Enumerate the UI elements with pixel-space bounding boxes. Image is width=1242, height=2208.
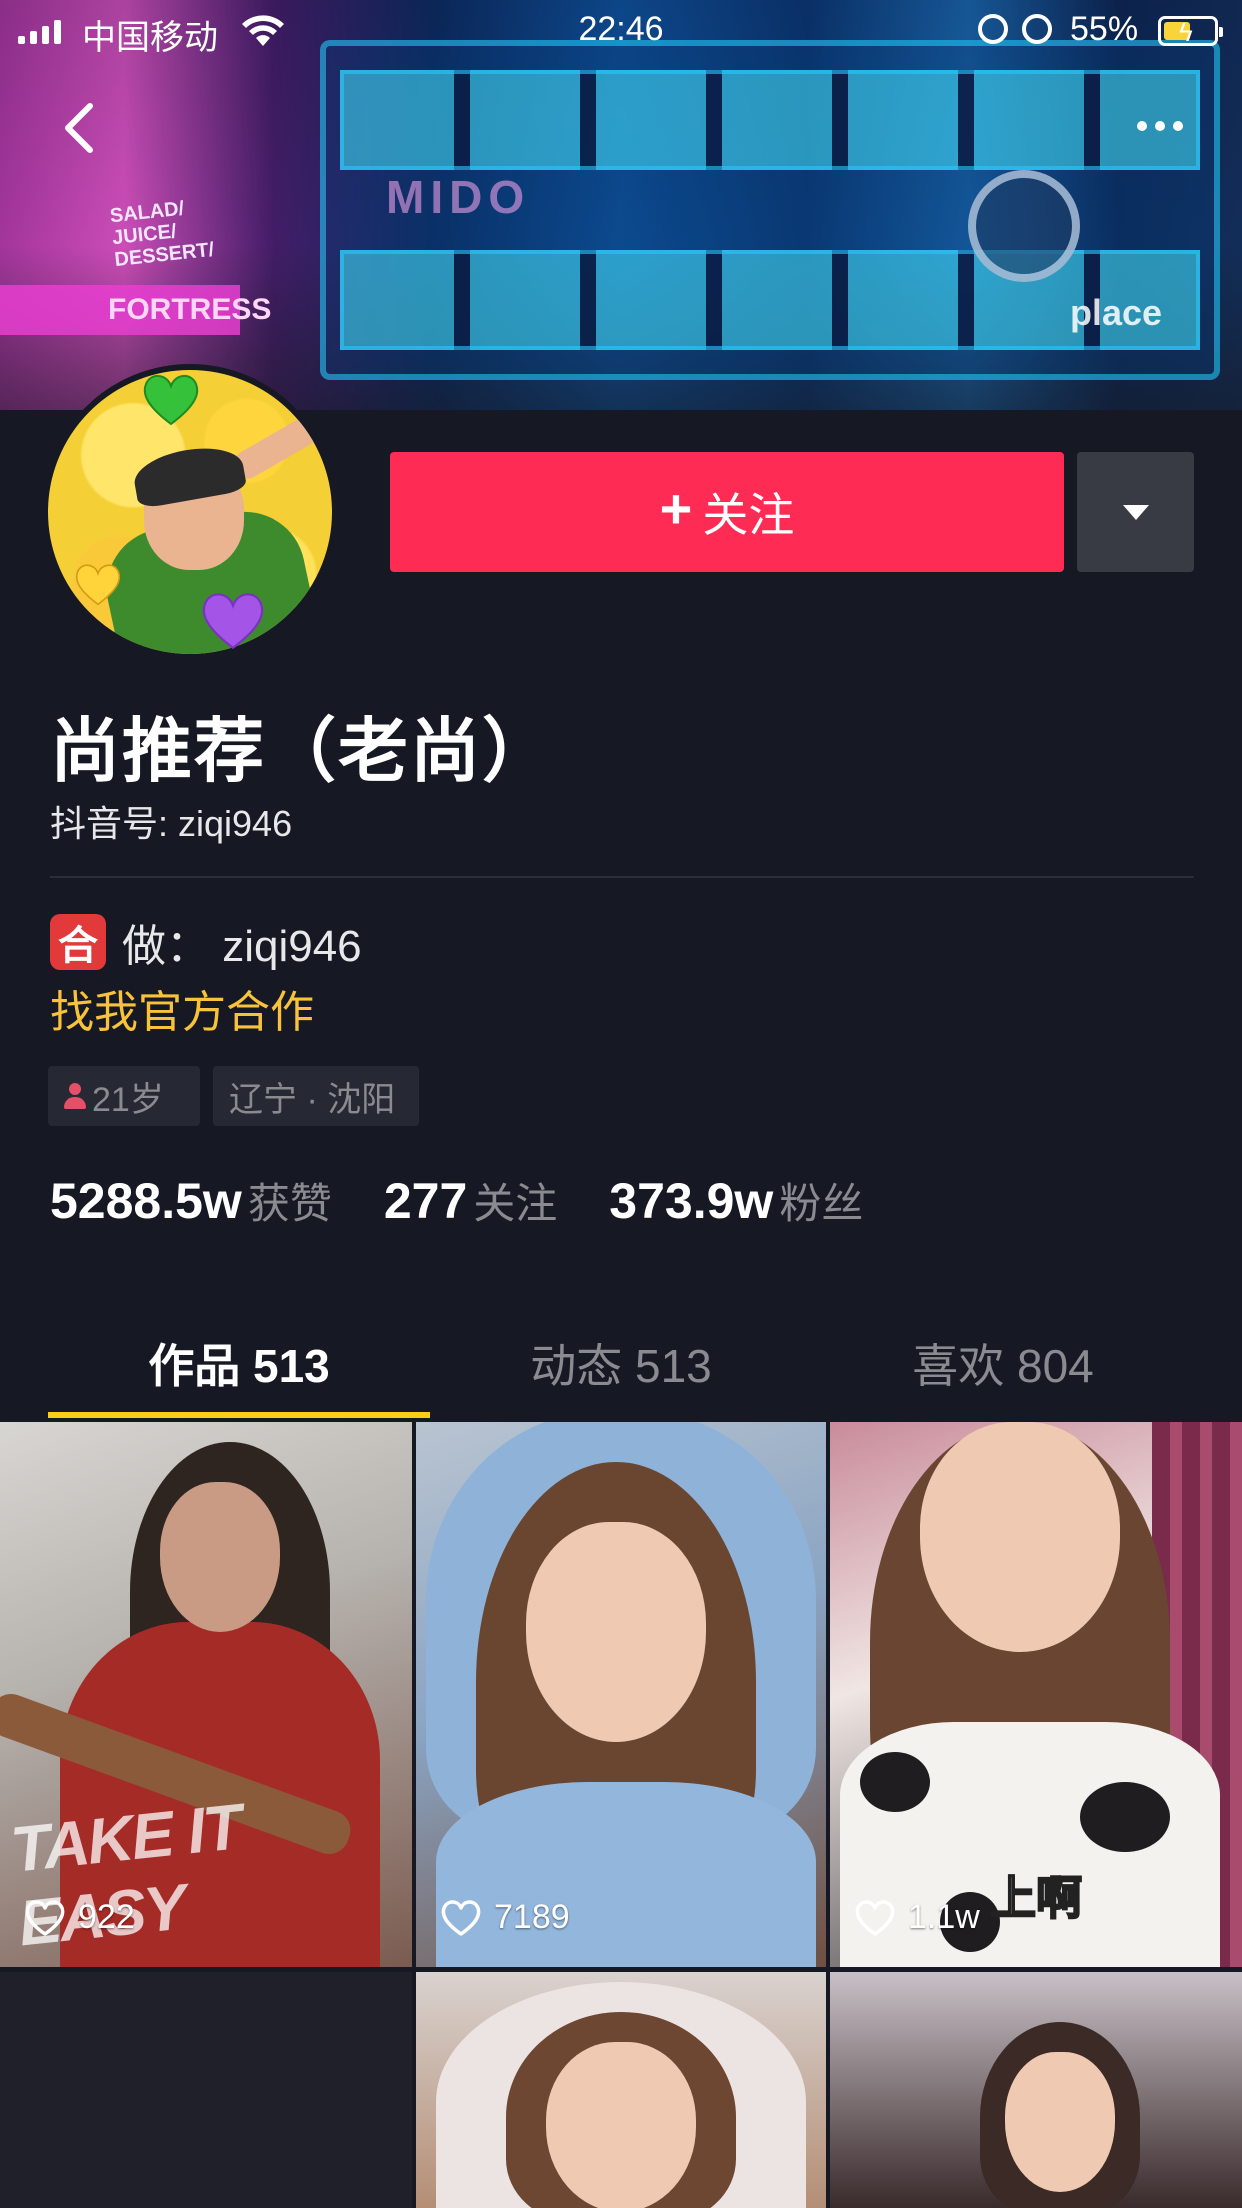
video-overlay-text: 上啊	[989, 1871, 1083, 1925]
chevron-left-icon[interactable]	[56, 100, 100, 156]
video-thumbnail[interactable]	[830, 1972, 1242, 2208]
video-like-count-text: 7189	[494, 1898, 570, 1936]
green-heart-emoji-icon	[142, 372, 200, 426]
heart-outline-icon	[25, 1899, 65, 1936]
video-thumbnail[interactable]: 7189	[416, 1422, 826, 1967]
cover-sign-mido: MIDO	[386, 171, 531, 223]
stat-followers[interactable]: 373.9w 粉丝	[609, 1170, 863, 1231]
divider	[50, 876, 1194, 878]
caret-down-icon	[1122, 504, 1149, 520]
female-person-icon	[64, 1083, 86, 1109]
stat-followers-value: 373.9w	[609, 1173, 774, 1229]
status-time: 22:46	[578, 10, 664, 48]
video-thumbnail[interactable]: 上啊 1.1w	[830, 1422, 1242, 1967]
profile-name: 尚推荐（老尚）	[50, 712, 554, 790]
stat-followers-label: 粉丝	[779, 1180, 864, 1227]
video-grid: TAKE IT EASY 922 7189 上啊 1.1w	[0, 1422, 1242, 2208]
stat-following-value: 277	[383, 1173, 468, 1229]
stat-likes: 5288.5w 获赞	[50, 1170, 332, 1231]
stat-likes-value: 5288.5w	[50, 1173, 242, 1229]
stat-likes-label: 获赞	[247, 1180, 332, 1227]
more-dots-icon[interactable]	[1128, 108, 1192, 144]
stat-following-label: 关注	[473, 1180, 558, 1227]
video-like-count-text: 922	[78, 1898, 135, 1936]
video-like-count: 922	[24, 1898, 135, 1937]
recommend-dropdown-button[interactable]	[1077, 452, 1194, 572]
cover-sign-salad: SALAD/ JUICE/ DESSERT/	[108, 197, 216, 272]
age-tag-label: 21岁	[92, 1080, 164, 1119]
location-tag-label: 辽宁 · 沈阳	[229, 1080, 396, 1119]
battery-percent: 55%	[1070, 10, 1139, 48]
heart-outline-icon	[855, 1899, 895, 1936]
cover-watch-ad	[968, 170, 1080, 282]
profile-stats: 5288.5w 获赞 277 关注 373.9w 粉丝	[50, 1170, 915, 1231]
cover-sign-fortress: FORTRESS	[108, 293, 272, 326]
bio-line-1: 合 做： ziqi946	[50, 910, 362, 974]
status-bar: 中国移动 22:46 55% ϟ	[0, 0, 1242, 60]
bio-line-1-text: 做： ziqi946	[122, 922, 362, 971]
purple-heart-emoji-icon	[200, 590, 266, 650]
rotation-lock-icon	[1022, 14, 1052, 44]
tab-dynamics[interactable]: 动态 513	[430, 1330, 812, 1396]
video-thumbnail[interactable]: TAKE IT EASY 922	[0, 1422, 412, 1967]
video-like-count: 1.1w	[854, 1898, 980, 1937]
business-cooperation-link[interactable]: 找我官方合作	[50, 976, 314, 1040]
video-thumbnail[interactable]	[416, 1972, 826, 2208]
tab-likes[interactable]: 喜欢 804	[812, 1330, 1194, 1396]
battery-charging-icon: ϟ	[1158, 16, 1223, 47]
he-badge-icon: 合	[50, 914, 106, 970]
video-like-count: 7189	[440, 1898, 570, 1937]
tab-works[interactable]: 作品 513	[48, 1330, 430, 1396]
follow-button[interactable]: + 关注	[390, 452, 1064, 572]
video-thumbnail-loading[interactable]	[0, 1972, 412, 2208]
yellow-heart-emoji-icon	[74, 562, 122, 606]
cover-tram-windows-upper	[340, 70, 1200, 170]
stat-following[interactable]: 277 关注	[384, 1170, 557, 1231]
follow-button-label: 关注	[702, 489, 795, 541]
video-like-count-text: 1.1w	[908, 1898, 980, 1936]
age-tag: 21岁	[48, 1066, 200, 1126]
douyin-id: 抖音号: ziqi946	[50, 803, 293, 844]
cover-sign-place: place	[1070, 292, 1163, 333]
active-tab-indicator	[48, 1412, 430, 1418]
heart-outline-icon	[441, 1899, 481, 1936]
profile-cover-image: SALAD/ JUICE/ DESSERT/ FORTRESS MIDO pla…	[0, 0, 1242, 410]
location-tag: 辽宁 · 沈阳	[213, 1066, 419, 1126]
alarm-icon	[978, 14, 1008, 44]
plus-icon: +	[659, 477, 693, 540]
